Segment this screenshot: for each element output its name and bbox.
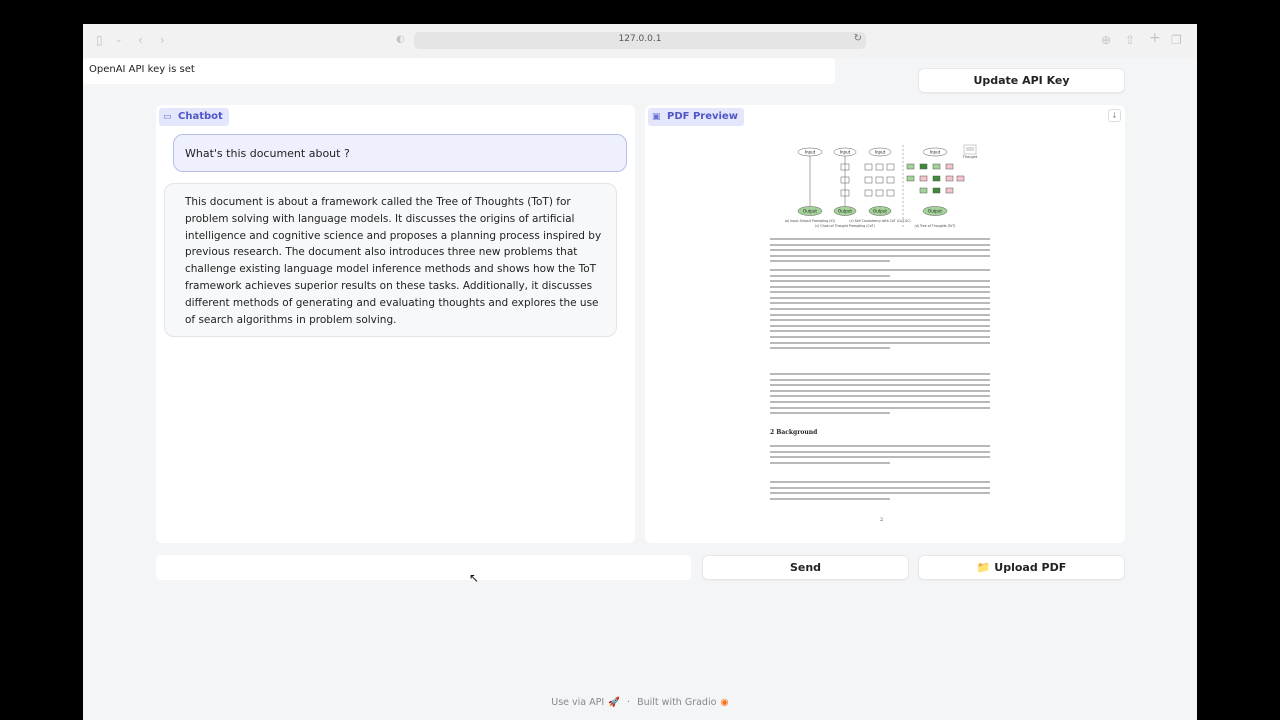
user-message-text: What's this document about ? [185, 147, 350, 160]
sidebar-icon[interactable]: ▯ [96, 33, 103, 47]
figure-caption-tot: (d) Tree of Thoughts (ToT) [915, 224, 956, 228]
pdf-text-line [770, 492, 990, 495]
update-api-key-button[interactable]: Update API Key [918, 68, 1125, 93]
pdf-text-line [770, 395, 990, 398]
pdf-text-line [770, 378, 990, 381]
figure-node-output-cot: Output [838, 209, 852, 214]
user-message: What's this document about ? [173, 134, 627, 172]
pdf-text-line [770, 486, 990, 489]
send-button[interactable]: Send [702, 555, 909, 580]
chatbot-panel: ▭ Chatbot What's this document about ? Th… [156, 105, 635, 543]
figure-node-output-io: Output [803, 209, 817, 214]
shield-icon: ◐ [396, 34, 405, 45]
image-icon: ▣ [652, 112, 661, 122]
pdf-text-line [770, 347, 890, 350]
chatbot-label-text: Chatbot [178, 111, 223, 122]
chat-icon: ▭ [163, 112, 172, 122]
download-icon[interactable]: ⊕ [1101, 33, 1111, 47]
pdf-text-line [770, 461, 890, 464]
reload-icon[interactable]: ↻ [854, 33, 862, 44]
pdf-text-line [770, 336, 990, 338]
browser-titlebar: ▯ ⌄ ‹ › ◐ 127.0.0.1 ↻ ⊕ ⇧ + ❐ [83, 24, 1197, 58]
pdf-text-line [770, 285, 990, 288]
pdf-text-line [770, 373, 990, 375]
new-tab-icon[interactable]: + [1149, 31, 1161, 45]
figure-tot [906, 147, 965, 216]
pdf-text-line [770, 481, 990, 483]
built-with-gradio-link[interactable]: Built with Gradio [637, 697, 716, 708]
pdf-text-line [770, 389, 990, 392]
chatbot-label: ▭ Chatbot [159, 108, 229, 126]
api-key-status-text: OpenAI API key is set [89, 64, 195, 75]
pdf-text-line [770, 445, 990, 447]
browser-window: ▯ ⌄ ‹ › ◐ 127.0.0.1 ↻ ⊕ ⇧ + ❐ OpenAI API… [83, 24, 1197, 720]
pdf-text-line [770, 243, 990, 246]
api-key-status: OpenAI API key is set [83, 58, 835, 84]
pdf-text-line [770, 313, 990, 316]
upload-pdf-button[interactable]: 📁 Upload PDF [918, 555, 1125, 580]
pdf-text-line [770, 238, 990, 240]
pdf-text-line [770, 401, 990, 403]
pdf-page-image: Thought Input Input Input Input Output O… [770, 142, 1000, 527]
pdf-text-line [770, 260, 890, 263]
pdf-preview-panel: ▣ PDF Preview ↓ Thought Input Input Inpu… [645, 105, 1125, 543]
pdf-text-line [770, 291, 990, 294]
address-bar[interactable]: ◐ 127.0.0.1 ↻ [396, 32, 866, 49]
tabs-overview-icon[interactable]: ❐ [1171, 33, 1182, 47]
pdf-text-line [770, 450, 990, 453]
figure-node-input-io: Input [805, 150, 816, 155]
figure-caption-io: (a) Input-Output Prompting (IO) [785, 219, 835, 223]
pdf-text-line [770, 296, 990, 299]
footer-separator: · [627, 697, 631, 708]
pdf-text-line [770, 280, 990, 282]
back-icon[interactable]: ‹ [138, 33, 143, 47]
pdf-text-line [770, 254, 990, 257]
pdf-page-number: 2 [880, 517, 884, 523]
forward-icon[interactable]: › [160, 33, 165, 47]
figure-legend: Thought [962, 155, 978, 159]
pdf-section-heading: 2 Background [770, 429, 818, 436]
pdf-text-line [770, 324, 990, 327]
figure-io [797, 147, 823, 216]
gradio-app: OpenAI API key is set Update API Key ▭ Ch… [83, 58, 1197, 720]
pdf-text-line [770, 341, 990, 344]
pdf-text-line [770, 384, 990, 387]
pdf-text-line [770, 274, 890, 277]
gradio-logo-icon: ◉ [720, 697, 729, 708]
message-input[interactable] [156, 555, 691, 580]
figure-legend-swatch [966, 147, 974, 151]
pdf-text-line [770, 497, 890, 500]
figure-cotsc [864, 147, 895, 216]
pdf-preview-label-text: PDF Preview [667, 111, 738, 122]
figure-node-input-cotsc: Input [875, 150, 886, 155]
figure-cot [833, 147, 857, 216]
address-url: 127.0.0.1 [618, 34, 662, 44]
pdf-text-line [770, 412, 890, 415]
rocket-icon: 🚀 [608, 697, 621, 708]
pdf-text-line [770, 269, 990, 271]
share-icon[interactable]: ⇧ [1125, 33, 1135, 47]
pdf-preview-label: ▣ PDF Preview [648, 108, 744, 126]
use-via-api-link[interactable]: Use via API [551, 697, 604, 708]
pdf-figure: Thought Input Input Input Input Output O… [785, 144, 978, 228]
chevron-down-icon[interactable]: ⌄ [115, 33, 123, 47]
pdf-text-line [770, 249, 990, 252]
pdf-text-line [770, 308, 990, 310]
pdf-text-line [770, 319, 990, 322]
pdf-text-line [770, 406, 990, 409]
pdf-text-line [770, 456, 990, 459]
download-icon[interactable]: ↓ [1108, 109, 1121, 122]
bot-message: This document is about a framework calle… [164, 183, 617, 337]
bot-message-text: This document is about a framework calle… [185, 196, 602, 326]
figure-node-output-tot: Output [928, 209, 942, 214]
pdf-text-line [770, 330, 990, 333]
mouse-cursor: ↖ [469, 571, 480, 585]
figure-caption-cot: (c) Chain of Thought Prompting (CoT) [815, 224, 875, 228]
pdf-text-line [770, 302, 990, 305]
footer: Use via API 🚀 · Built with Gradio ◉ [83, 697, 1197, 708]
figure-node-input-cot: Input [840, 150, 851, 155]
figure-node-input-tot: Input [930, 150, 941, 155]
figure-caption-cotsc: (c) Self Consistency with CoT (CoT-SC) [849, 219, 910, 223]
figure-node-output-cotsc: Output [873, 209, 887, 214]
